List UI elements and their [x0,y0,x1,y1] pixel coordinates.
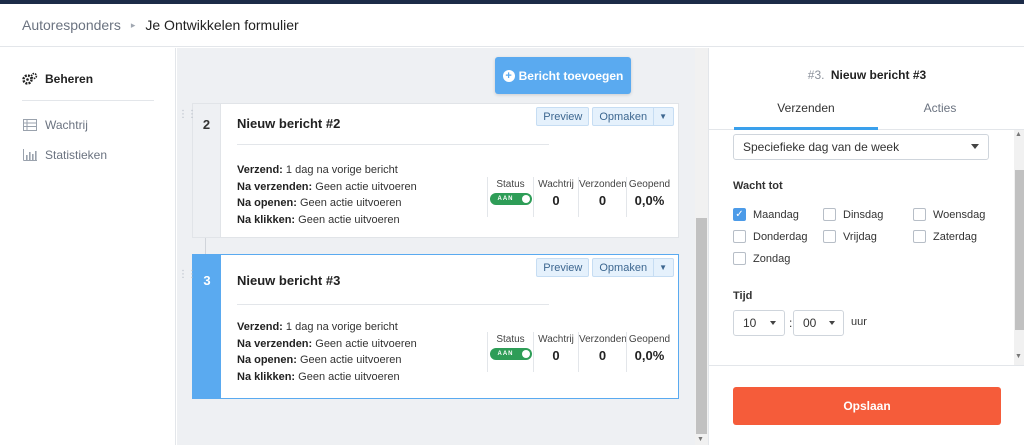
breadcrumb-current: Je Ontwikkelen formulier [145,17,299,33]
list-icon [22,118,38,132]
hour-select[interactable]: 10 [733,310,785,336]
chevron-down-icon [829,321,835,325]
message-card-2[interactable]: 2 Nieuw bericht #2 Preview Opmaken ▼ Ver… [192,103,679,238]
message-number: 3 [193,255,221,398]
breadcrumb-separator-icon: ▸ [130,19,136,30]
message-list-area: + Bericht toevoegen 2 Nieuw bericht #2 P… [177,48,708,445]
tab-acties[interactable]: Acties [868,100,1012,130]
checkbox-dinsdag[interactable]: Dinsdag [823,208,883,221]
panel-tabs: Verzenden Acties [709,100,1024,130]
checkbox-maandag[interactable]: ✓ Maandag [733,208,799,221]
status-toggle[interactable]: AAN [489,193,532,205]
sidebar-item-label: Wachtrij [45,118,88,132]
preview-button[interactable]: Preview [536,107,590,126]
title-divider [237,304,549,305]
checkbox-donderdag[interactable]: Donderdag [733,230,807,243]
scroll-up-arrow-icon[interactable]: ▲ [1015,131,1022,138]
caret-down-icon[interactable]: ▼ [653,258,667,277]
plus-circle-icon: + [502,69,515,82]
check-icon: ✓ [733,208,746,221]
chevron-down-icon [971,144,979,149]
add-message-button[interactable]: + Bericht toevoegen [495,57,631,94]
message-title: Nieuw bericht #3 [237,273,341,288]
message-card-body: Nieuw bericht #2 Preview Opmaken ▼ Verze… [221,104,678,237]
info-row-after-click: Na klikken: Geen actie uitvoeren [237,370,400,383]
info-row-after-send: Na verzenden: Geen actie uitvoeren [237,337,417,350]
sidebar-item-wachtrij[interactable]: Wachtrij [22,118,88,132]
breadcrumb-parent-link[interactable]: Autoresponders [22,17,121,33]
checkbox-woensdag[interactable]: Woensdag [913,208,985,221]
info-row-after-send: Na verzenden: Geen actie uitvoeren [237,180,417,193]
message-stats: Status AAN Wachtrij 0 Verzonden 0 Geopen… [487,332,672,372]
sidebar-item-statistieken[interactable]: Statistieken [22,148,107,162]
edit-label: Opmaken [599,261,648,274]
stat-opened: Geopend 0,0% [626,177,672,217]
chevron-down-icon [770,321,776,325]
drag-handle-icon[interactable]: ⋮⋮ [178,110,197,120]
info-row-after-open: Na openen: Geen actie uitvoeren [237,197,402,209]
card-connector [205,238,206,254]
stat-queue: Wachtrij 0 [533,332,578,372]
sidebar: Beheren Wachtrij Statistieken [0,48,176,445]
message-card-3[interactable]: 3 Nieuw bericht #3 Preview Opmaken ▼ Ver… [192,254,679,399]
tab-verzenden[interactable]: Verzenden [734,100,878,130]
stat-status: Status AAN [487,177,533,217]
info-row-after-open: Na openen: Geen actie uitvoeren [237,354,402,366]
message-settings-panel: #3. Nieuw bericht #3 Verzenden Acties Sp… [708,48,1024,445]
drag-handle-icon[interactable]: ⋮⋮ [178,270,197,280]
message-stats: Status AAN Wachtrij 0 Verzonden 0 Geopen… [487,177,672,217]
bar-chart-icon [22,148,38,162]
edit-label: Opmaken [599,110,648,123]
stat-sent: Verzonden 0 [578,177,627,217]
caret-down-icon[interactable]: ▼ [653,107,667,126]
breadcrumb: Autoresponders ▸ Je Ontwikkelen formulie… [0,4,1024,47]
time-label: Tijd [733,290,753,302]
schedule-type-select[interactable]: Speciefieke dag van de week [733,134,989,160]
message-info: Verzend: 1 dag na vorige bericht Na verz… [237,162,417,228]
preview-button[interactable]: Preview [536,258,590,277]
edit-button[interactable]: Opmaken ▼ [592,258,674,277]
message-card-body: Nieuw bericht #3 Preview Opmaken ▼ Verze… [221,255,678,398]
message-actions: Preview Opmaken ▼ [536,258,674,277]
stat-opened: Geopend 0,0% [626,332,672,372]
sidebar-item-label: Statistieken [45,148,108,162]
save-button[interactable]: Opslaan [733,387,1001,425]
scroll-down-arrow-icon[interactable]: ▼ [1015,353,1022,360]
main-scrollbar-thumb[interactable] [696,218,707,434]
message-title: Nieuw bericht #2 [237,116,341,131]
minute-select[interactable]: 00 [793,310,844,336]
time-unit: uur [851,316,867,328]
message-number: 2 [193,104,221,237]
title-divider [237,144,549,145]
wait-until-label: Wacht tot [733,180,783,192]
message-actions: Preview Opmaken ▼ [536,107,674,126]
panel-scrollbar-thumb[interactable] [1015,170,1024,330]
time-separator: : [789,316,793,330]
info-row-send: Verzend: 1 dag na vorige bericht [237,321,398,333]
edit-button[interactable]: Opmaken ▼ [592,107,674,126]
scroll-down-arrow-icon[interactable]: ▼ [697,436,704,443]
checkbox-vrijdag[interactable]: Vrijdag [823,230,877,243]
info-row-after-click: Na klikken: Geen actie uitvoeren [237,213,400,226]
checkbox-zondag[interactable]: Zondag [733,252,790,265]
gears-icon [22,72,38,86]
checkbox-zaterdag[interactable]: Zaterdag [913,230,977,243]
stat-sent: Verzonden 0 [578,332,627,372]
info-row-send: Verzend: 1 dag na vorige bericht [237,164,398,176]
sidebar-item-beheren[interactable]: Beheren [22,72,93,86]
status-toggle[interactable]: AAN [489,348,532,360]
panel-scroll-area: Speciefieke dag van de week Wacht tot ✓ M… [709,130,1024,365]
sidebar-item-label: Beheren [45,72,94,86]
message-info: Verzend: 1 dag na vorige bericht Na verz… [237,319,417,385]
stat-status: Status AAN [487,332,533,372]
panel-title: #3. Nieuw bericht #3 [807,68,927,82]
sidebar-divider [22,100,154,101]
panel-footer: Opslaan [709,365,1024,445]
add-message-label: Bericht toevoegen [518,68,624,83]
stat-queue: Wachtrij 0 [533,177,578,217]
